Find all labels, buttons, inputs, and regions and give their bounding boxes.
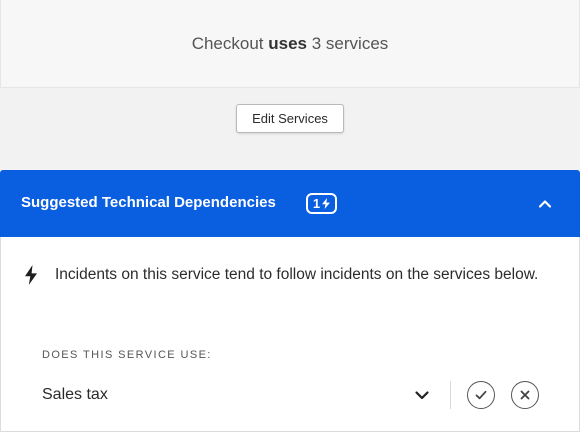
dependency-question-label: DOES THIS SERVICE USE: <box>42 349 212 361</box>
service-select-value: Sales tax <box>42 386 108 403</box>
close-icon <box>520 390 530 400</box>
summary-service-name: Checkout <box>191 34 264 53</box>
collapse-toggle[interactable] <box>533 192 557 216</box>
reject-dependency-button[interactable] <box>511 381 539 409</box>
services-summary-card: Checkout uses 3 services <box>0 0 580 88</box>
suggestion-count-badge: 1 <box>306 193 337 214</box>
summary-count: 3 services <box>311 34 389 53</box>
action-divider <box>450 381 451 409</box>
badge-count: 1 <box>312 196 321 211</box>
edit-services-button[interactable]: Edit Services <box>236 104 344 133</box>
suggested-dependencies-header[interactable]: Suggested Technical Dependencies 1 <box>0 170 580 237</box>
summary-verb: uses <box>268 34 308 53</box>
chevron-down-icon <box>415 391 429 400</box>
chevron-up-icon <box>538 200 552 208</box>
dependency-info-text: Incidents on this service tend to follow… <box>55 266 539 283</box>
suggested-dependencies-title: Suggested Technical Dependencies <box>21 194 276 211</box>
bolt-icon <box>25 265 37 285</box>
accept-dependency-button[interactable] <box>467 381 495 409</box>
bolt-icon <box>322 198 331 209</box>
services-summary-text: Checkout uses 3 services <box>1 34 579 54</box>
check-icon <box>475 390 487 400</box>
service-select[interactable]: Sales tax <box>42 380 432 410</box>
suggested-dependencies-body: Incidents on this service tend to follow… <box>0 237 580 432</box>
